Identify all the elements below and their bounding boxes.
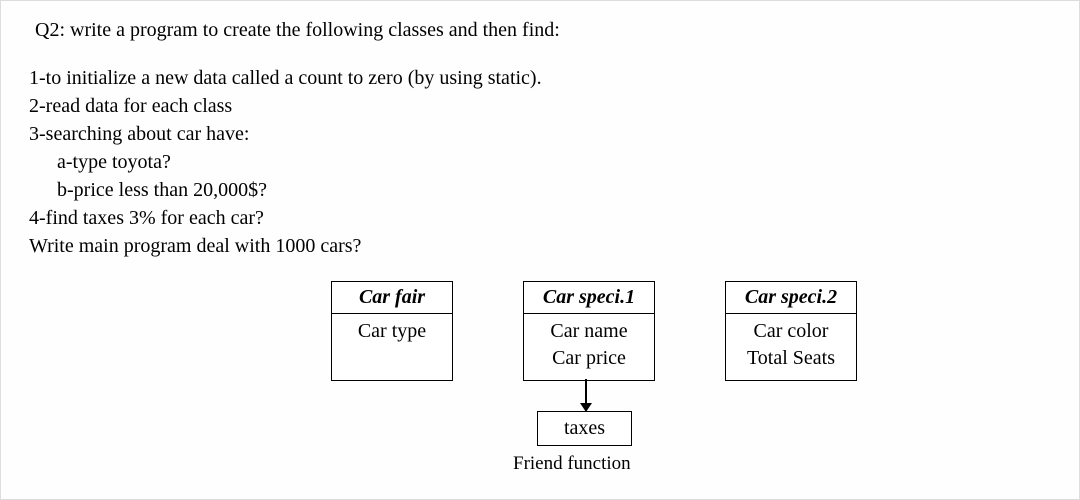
question-title: Q2: write a program to create the follow… bbox=[35, 19, 1051, 42]
req-3: 3-searching about car have: bbox=[29, 120, 1051, 148]
box-car-speci2-header: Car speci.2 bbox=[726, 282, 856, 314]
req-5: Write main program deal with 1000 cars? bbox=[29, 232, 1051, 260]
box-car-speci1-header: Car speci.1 bbox=[524, 282, 654, 314]
box-car-speci1-body: Car name Car price bbox=[534, 314, 643, 380]
box-car-fair-header: Car fair bbox=[332, 282, 452, 314]
taxes-label: taxes bbox=[564, 417, 605, 439]
friend-function-caption: Friend function bbox=[513, 453, 631, 475]
car-speci2-attr-2: Total Seats bbox=[747, 345, 835, 372]
box-car-speci2-body: Car color Total Seats bbox=[731, 314, 851, 380]
box-car-speci2: Car speci.2 Car color Total Seats bbox=[725, 281, 857, 381]
requirements-list: 1-to initialize a new data called a coun… bbox=[29, 64, 1051, 260]
question-content: Q2: write a program to create the follow… bbox=[1, 1, 1079, 260]
box-car-speci1: Car speci.1 Car name Car price bbox=[523, 281, 655, 381]
req-2: 2-read data for each class bbox=[29, 92, 1051, 120]
req-3a: a-type toyota? bbox=[29, 148, 1051, 176]
req-1: 1-to initialize a new data called a coun… bbox=[29, 64, 1051, 92]
req-4: 4-find taxes 3% for each car? bbox=[29, 204, 1051, 232]
box-taxes: taxes bbox=[537, 411, 632, 446]
car-speci2-attr-1: Car color bbox=[747, 318, 835, 345]
req-3b: b-price less than 20,000$? bbox=[29, 176, 1051, 204]
car-speci1-attr-1: Car name bbox=[550, 318, 627, 345]
box-car-fair: Car fair Car type bbox=[331, 281, 453, 381]
box-car-fair-body: Car type bbox=[342, 314, 442, 353]
car-fair-attr-1: Car type bbox=[358, 318, 426, 345]
car-speci1-attr-2: Car price bbox=[550, 345, 627, 372]
